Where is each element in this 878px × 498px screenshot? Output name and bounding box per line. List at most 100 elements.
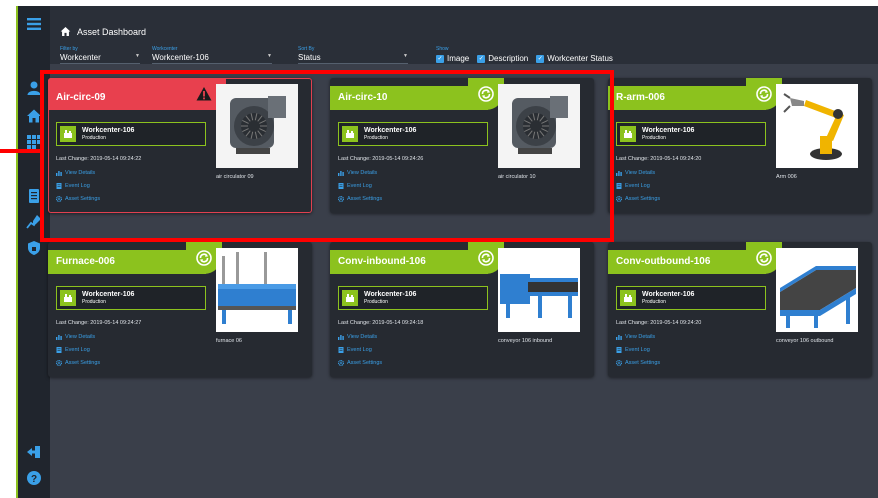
- asset-image-caption: Arm 006: [776, 174, 797, 180]
- asset-name[interactable]: R-arm-006: [608, 86, 766, 110]
- workcenter-status: Production: [82, 299, 106, 305]
- workcenter-status: Production: [364, 135, 388, 141]
- asset-image: [216, 248, 298, 332]
- asset-settings-link[interactable]: Asset Settings: [616, 360, 660, 366]
- asset-settings-link[interactable]: Asset Settings: [56, 196, 100, 202]
- event-log-link[interactable]: Event Log: [56, 183, 90, 189]
- workcenter-name: Workcenter-106: [82, 127, 135, 134]
- show-workcenter-status-checkbox[interactable]: ✓ Workcenter Status: [536, 54, 613, 63]
- event-log-link[interactable]: Event Log: [616, 347, 650, 353]
- asset-card[interactable]: Air-circ-10 Workcenter-106 Production La…: [330, 78, 594, 213]
- app-window: ? Asset Dashboard Filter by Workcenter ▼ …: [16, 6, 878, 498]
- workcenter-box[interactable]: Workcenter-106 Production: [338, 122, 488, 146]
- chevron-down-icon: ▼: [267, 53, 272, 59]
- factory-icon: [60, 290, 76, 306]
- log-icon: [616, 183, 622, 189]
- workcenter-name: Workcenter-106: [642, 127, 695, 134]
- sort-by-value: Status: [298, 53, 321, 62]
- factory-icon: [342, 290, 358, 306]
- asset-settings-link[interactable]: Asset Settings: [616, 196, 660, 202]
- bar-chart-icon: [338, 171, 344, 176]
- show-image-checkbox[interactable]: ✓ Image: [436, 54, 469, 63]
- event-log-link[interactable]: Event Log: [616, 183, 650, 189]
- workcenter-value: Workcenter-106: [152, 53, 209, 62]
- view-details-link[interactable]: View Details: [616, 334, 655, 340]
- asset-image: [776, 248, 858, 332]
- view-details-link[interactable]: View Details: [56, 170, 95, 176]
- document-icon[interactable]: [24, 186, 44, 206]
- workcenter-box[interactable]: Workcenter-106 Production: [616, 122, 766, 146]
- asset-name[interactable]: Conv-inbound-106: [330, 250, 488, 274]
- show-label: Show: [436, 46, 449, 52]
- gear-icon: [338, 196, 344, 202]
- asset-image-caption: conveyor 106 outbound: [776, 338, 834, 344]
- asset-image: [776, 84, 858, 168]
- gear-icon: [616, 196, 622, 202]
- event-log-link[interactable]: Event Log: [338, 347, 372, 353]
- workcenter-box[interactable]: Workcenter-106 Production: [56, 122, 206, 146]
- filter-by-label: Filter by: [60, 46, 78, 52]
- bar-chart-icon: [338, 335, 344, 340]
- chevron-down-icon: ▼: [403, 53, 408, 59]
- show-description-checkbox[interactable]: ✓ Description: [477, 54, 528, 63]
- last-change-text: Last Change: 2019-05-14 09:24:20: [616, 320, 702, 326]
- workcenter-box[interactable]: Workcenter-106 Production: [338, 286, 488, 310]
- gear-icon: [338, 360, 344, 366]
- workcenter-name: Workcenter-106: [82, 291, 135, 298]
- asset-image: [498, 84, 580, 168]
- sort-by-label: Sort By: [298, 46, 315, 52]
- workcenter-status: Production: [364, 299, 388, 305]
- workcenter-box[interactable]: Workcenter-106 Production: [56, 286, 206, 310]
- logout-icon[interactable]: [24, 442, 44, 462]
- factory-icon: [60, 126, 76, 142]
- asset-settings-link[interactable]: Asset Settings: [338, 196, 382, 202]
- workcenter-box[interactable]: Workcenter-106 Production: [616, 286, 766, 310]
- gear-icon: [56, 196, 62, 202]
- view-details-link[interactable]: View Details: [56, 334, 95, 340]
- asset-card[interactable]: R-arm-006 Workcenter-106 Production Last…: [608, 78, 872, 213]
- last-change-text: Last Change: 2019-05-14 09:24:22: [56, 156, 142, 162]
- workcenter-name: Workcenter-106: [642, 291, 695, 298]
- user-icon[interactable]: [24, 78, 44, 98]
- asset-image-caption: air circulator 09: [216, 174, 254, 180]
- lock-icon[interactable]: [24, 238, 44, 258]
- asset-settings-link[interactable]: Asset Settings: [338, 360, 382, 366]
- asset-card[interactable]: Conv-outbound-106 Workcenter-106 Product…: [608, 242, 872, 377]
- last-change-text: Last Change: 2019-05-14 09:24:27: [56, 320, 142, 326]
- workcenter-status: Production: [82, 135, 106, 141]
- asset-image-caption: conveyor 106 inbound: [498, 338, 553, 344]
- bar-chart-icon: [616, 171, 622, 176]
- factory-icon: [342, 126, 358, 142]
- asset-card[interactable]: Air-circ-09 Workcenter-106 Production La…: [48, 78, 312, 213]
- chart-edit-icon[interactable]: [24, 212, 44, 232]
- last-change-text: Last Change: 2019-05-14 09:24:20: [616, 156, 702, 162]
- asset-name[interactable]: Furnace-006: [48, 250, 206, 274]
- event-log-link[interactable]: Event Log: [56, 347, 90, 353]
- asset-image: [216, 84, 298, 168]
- asset-settings-link[interactable]: Asset Settings: [56, 360, 100, 366]
- sort-by-select[interactable]: Sort By Status ▼: [298, 46, 408, 64]
- factory-icon: [620, 290, 636, 306]
- home-icon: [60, 27, 71, 36]
- view-details-link[interactable]: View Details: [338, 170, 377, 176]
- event-log-link[interactable]: Event Log: [338, 183, 372, 189]
- help-icon[interactable]: ?: [24, 468, 44, 488]
- filter-by-select[interactable]: Filter by Workcenter ▼: [60, 46, 140, 64]
- bar-chart-icon: [56, 335, 62, 340]
- asset-name[interactable]: Conv-outbound-106: [608, 250, 766, 274]
- asset-card[interactable]: Conv-inbound-106 Workcenter-106 Producti…: [330, 242, 594, 377]
- factory-icon: [620, 126, 636, 142]
- log-icon: [56, 183, 62, 189]
- workcenter-select[interactable]: Workcenter Workcenter-106 ▼: [152, 46, 272, 64]
- home-icon[interactable]: [24, 106, 44, 126]
- menu-icon[interactable]: [24, 14, 44, 34]
- svg-text:?: ?: [31, 474, 37, 485]
- last-change-text: Last Change: 2019-05-14 09:24:18: [338, 320, 424, 326]
- check-icon: ✓: [536, 54, 545, 63]
- asset-grid: Air-circ-09 Workcenter-106 Production La…: [48, 64, 878, 498]
- view-details-link[interactable]: View Details: [338, 334, 377, 340]
- asset-card[interactable]: Furnace-006 Workcenter-106 Production La…: [48, 242, 312, 377]
- bar-chart-icon: [616, 335, 622, 340]
- asset-name[interactable]: Air-circ-10: [330, 86, 488, 110]
- view-details-link[interactable]: View Details: [616, 170, 655, 176]
